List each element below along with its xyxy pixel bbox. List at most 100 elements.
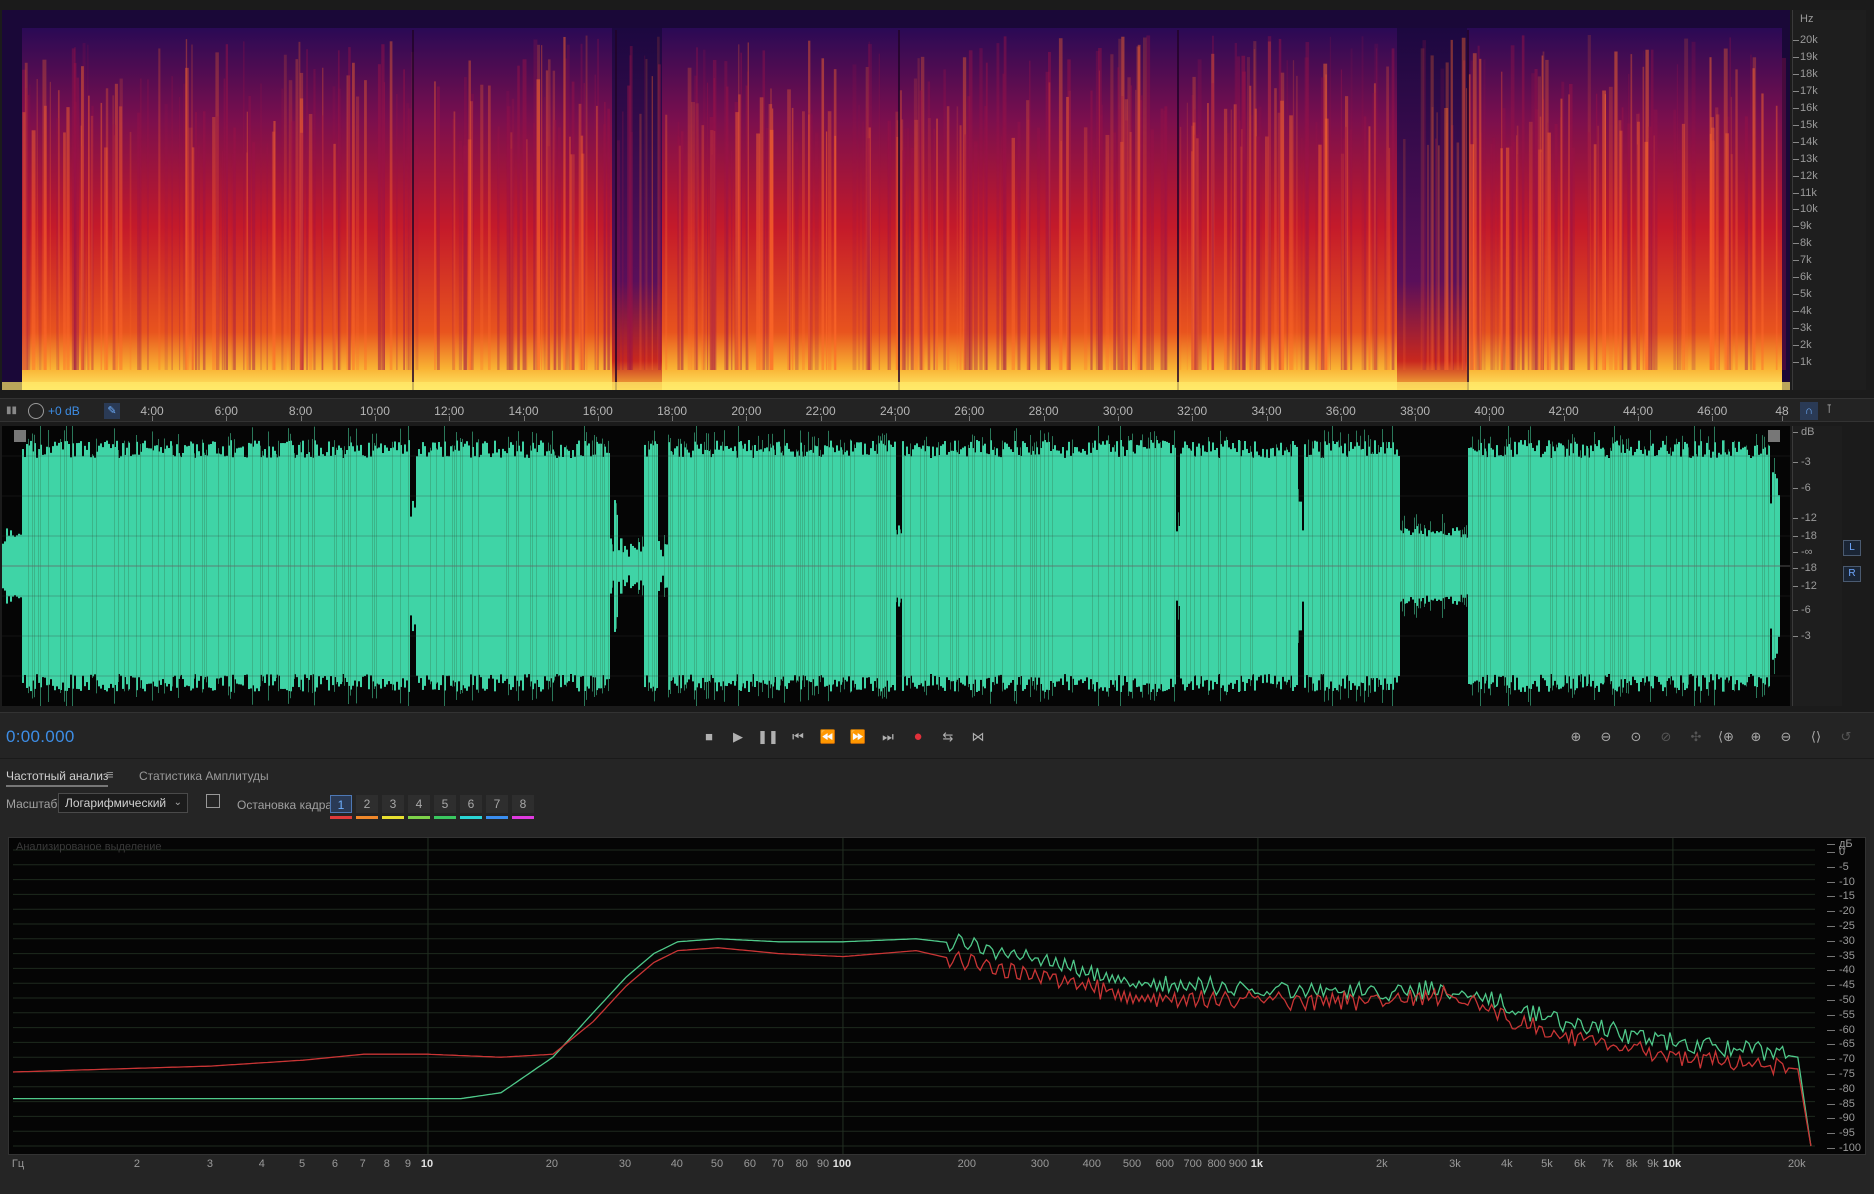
time-tick [374,416,376,421]
time-tick [1415,416,1417,421]
pin-icon[interactable]: ✎ [104,403,120,419]
hz-tick [1793,124,1799,126]
tab-frequency-analysis[interactable]: Частотный анализ [6,765,109,787]
time-tick [597,416,599,421]
hz-tick [1793,141,1799,143]
hz-tick [1793,243,1799,245]
freq-db-tick [1827,896,1835,898]
pause-button[interactable]: ❚❚ [757,726,779,748]
db-tick-label: dB [1801,426,1815,438]
to-end-button[interactable]: ⏭ [877,726,899,748]
frame-hold-button-8[interactable]: 8 [512,795,534,813]
time-ruler[interactable]: ▮▮ +0 dB ✎ 4:00 6:00 8:00 10:00 12:00 14:00 16… [0,398,1874,422]
freq-x-tick-label: 9 [404,1158,412,1170]
freq-db-tick [1827,1133,1835,1135]
frame-hold-button-3[interactable]: 3 [382,795,404,813]
play-button[interactable]: ▶ [727,726,749,748]
time-tick [1192,416,1194,421]
hz-tick-label: 1k [1800,356,1812,368]
time-tick [746,416,748,421]
zoom-to-selection-icon[interactable]: ⟨⟩ [1804,726,1828,748]
time-tick [1340,416,1342,421]
marker-icon[interactable]: ⊺ [1826,402,1832,416]
panel-menu-icon[interactable]: ≡ [106,767,114,782]
hz-tick [1793,260,1799,262]
frame-hold-button-1[interactable]: 1 [330,795,352,813]
fade-in-handle-icon[interactable] [14,430,26,442]
spectrum-series-1 [13,933,1812,1147]
hz-tick [1793,277,1799,279]
frame-hold-button-2[interactable]: 2 [356,795,378,813]
freq-db-tick-label: -80 [1839,1082,1855,1095]
fast-forward-button[interactable]: ⏩ [847,726,869,748]
analyzed-selection-label: Анализированое выделение [16,841,162,853]
frame-hold-button-7[interactable]: 7 [486,795,508,813]
hz-tick [1793,192,1799,194]
loop-button[interactable]: ⇆ [937,726,959,748]
hz-tick-label: 8k [1800,237,1812,250]
volume-knob-icon[interactable] [28,403,44,419]
waveform-image [2,426,1790,706]
frame-color-bar [408,816,430,819]
zoom-in-left-icon[interactable]: ⟨⊕ [1714,726,1738,748]
fade-out-handle-icon[interactable] [1768,430,1780,442]
frame-hold-button-5[interactable]: 5 [434,795,456,813]
frame-hold-button-4[interactable]: 4 [408,795,430,813]
freq-db-tick [1827,911,1835,913]
hz-tick [1793,107,1799,109]
hz-tick [1793,362,1799,363]
volume-level[interactable]: +0 dB [48,404,80,418]
hz-tick-label: 7k [1800,254,1812,267]
db-tick-label: -∞ [1801,546,1813,558]
time-tick [523,416,525,421]
db-tick-label: -18 [1801,562,1817,574]
freq-x-tick-label: 100 [832,1158,852,1170]
freq-x-tick-label: 7k [1601,1158,1614,1170]
transport-bar: 0:00.000 ■ ▶ ❚❚ ⏮ ⏪ ⏩ ⏭ ● ⇆ ⋈ ⊕ ⊖ ⊙ ⊘ ✣ … [0,712,1874,758]
freq-x-tick-label: 6 [331,1158,338,1170]
headphone-icon[interactable]: ∩ [1800,402,1818,420]
freq-x-tick-label: 4 [258,1158,265,1170]
freq-x-tick-label: 1k [1250,1158,1264,1170]
db-tick [1793,462,1798,463]
time-tick [1117,416,1119,421]
freq-db-tick-label: -100 [1839,1142,1862,1154]
zoom-out-time-icon[interactable]: ⊖ [1774,726,1798,748]
stop-button[interactable]: ■ [698,726,720,748]
frame-color-bar [460,816,482,819]
skip-selection-button[interactable]: ⋈ [967,726,989,748]
scale-select[interactable]: Логарифмический ⌄ [58,793,188,813]
freq-x-tick-label: 10 [420,1158,434,1170]
hz-tick-label: 16k [1800,101,1818,114]
record-button[interactable]: ● [907,726,929,748]
freq-x-tick-label: 20 [545,1158,559,1170]
time-tick [1638,416,1639,421]
waveform-display[interactable] [2,426,1790,706]
frequency-axis: Гц 2 3 4 5 6 7 8 9 10 20 30 40 50 60 70 80 90 100 200 300 400… [0,1155,1874,1191]
freq-db-tick-label: -40 [1839,964,1855,977]
freq-db-tick-label: -35 [1839,949,1855,962]
hz-tick [1793,209,1799,211]
time-tick [449,416,451,421]
channel-left-badge[interactable]: L [1843,540,1861,556]
freq-x-tick-label: 600 [1155,1158,1175,1170]
timecode-display[interactable]: 0:00.000 [6,727,75,747]
zoom-reset-amplitude-icon[interactable]: ⊙ [1624,726,1648,748]
spectrogram-display[interactable] [2,10,1790,390]
zoom-in-amplitude-icon[interactable]: ⊕ [1564,726,1588,748]
zoom-in-time-icon[interactable]: ⊕ [1744,726,1768,748]
frame-hold-label: Остановка кадра: [237,798,336,812]
meter-icon[interactable]: ▮▮ [6,405,20,417]
freq-db-tick [1827,926,1835,927]
frame-hold-button-6[interactable]: 6 [460,795,482,813]
freq-db-tick [1827,844,1835,845]
db-tick-label: -12 [1801,512,1817,524]
zoom-out-amplitude-icon[interactable]: ⊖ [1594,726,1618,748]
freq-x-tick-label: 2 [133,1158,140,1170]
rewind-button[interactable]: ⏪ [817,726,839,748]
tab-amplitude-statistics[interactable]: Статистика Амплитуды [139,765,269,787]
copy-icon[interactable] [206,794,220,808]
frequency-plot[interactable]: дБ 0 -5 -10 -15 -20 -25 -30 -35 -40 -45 -50 -55 -60 -6… [8,837,1866,1155]
to-start-button[interactable]: ⏮ [787,726,809,748]
channel-right-badge[interactable]: R [1843,566,1861,582]
